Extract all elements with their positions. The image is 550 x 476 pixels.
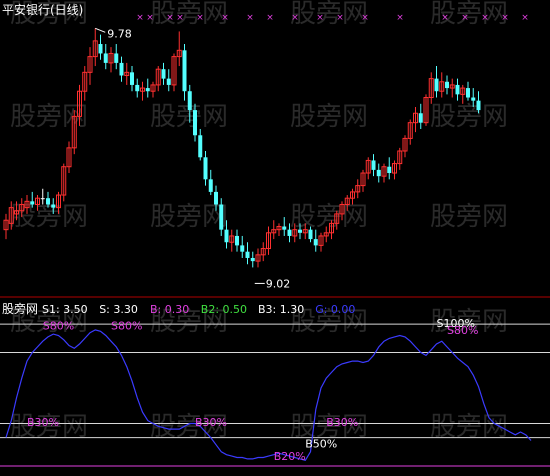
top-marker: ×: [266, 13, 274, 23]
candle-body: [287, 229, 292, 236]
candle-body: [187, 91, 192, 111]
low-price-label: 9.02: [266, 277, 291, 290]
indicator-name: 股旁网: [2, 301, 38, 316]
top-marker: ×: [291, 13, 299, 23]
top-marker: ×: [481, 13, 489, 23]
candle-body: [135, 84, 140, 92]
top-marker: ×: [146, 13, 154, 23]
top-marker: ×: [521, 13, 529, 23]
indicator-level-label: B30%: [27, 416, 59, 429]
candle-body: [161, 69, 166, 79]
candle-body: [203, 157, 208, 180]
candle-body: [471, 97, 476, 101]
candle-body: [313, 239, 318, 246]
watermark-text: 股旁网: [430, 102, 508, 132]
candle-body: [224, 229, 229, 243]
candle-body: [434, 78, 439, 92]
top-marker: ×: [136, 13, 144, 23]
indicator-level-label: B50%: [305, 437, 337, 450]
candle-body: [455, 84, 460, 95]
high-price-label: 9.78: [107, 27, 132, 40]
candle-body: [119, 62, 124, 76]
top-marker: ×: [316, 13, 324, 23]
indicator-param: B3: 1.30: [258, 303, 304, 316]
top-marker: ×: [441, 13, 449, 23]
indicator-level-label: S80%: [111, 320, 142, 333]
indicator-param: G: 0.00: [315, 303, 355, 316]
candle-body: [219, 204, 224, 230]
chart-title: 平安银行(日线): [2, 2, 83, 17]
top-marker: ×: [501, 13, 509, 23]
candle-body: [250, 257, 255, 262]
indicator-param: S: 3.30: [99, 303, 138, 316]
candle-body: [30, 201, 35, 205]
candle-body: [235, 235, 239, 246]
indicator-level-label: B30%: [326, 416, 358, 429]
candle-body: [193, 110, 197, 136]
top-marker: ×: [396, 13, 404, 23]
chart-window: 股旁网 股旁网 股旁网 股旁网 股旁网 股旁网 股旁网 股旁网 股旁网 股旁网 股旁网 股旁网 股旁网股…: [0, 0, 550, 476]
high-pointer: [95, 27, 106, 33]
indicator-level-label: S80%: [43, 320, 74, 333]
candle-body: [476, 100, 481, 111]
candle-body: [51, 204, 56, 208]
candle-body: [46, 198, 50, 205]
watermark-text: 股旁网: [290, 0, 368, 29]
candle-body: [182, 50, 187, 92]
candle-body: [298, 229, 302, 233]
top-marker: ×: [196, 13, 204, 23]
watermark-text: 股旁网: [430, 202, 508, 232]
candle-body: [387, 166, 392, 174]
candle-body: [103, 53, 108, 63]
candle-body: [98, 44, 103, 54]
candle-body: [145, 88, 150, 92]
candle-body: [466, 88, 470, 98]
candle-body: [198, 135, 203, 158]
top-marker: ×: [166, 13, 174, 23]
indicator-param: B: 0.30: [150, 303, 189, 316]
candle-body: [371, 160, 376, 170]
indicator-level-label: B30%: [195, 416, 227, 429]
candle-body: [308, 229, 313, 240]
indicator-param: B2: 0.50: [201, 303, 247, 316]
candle-body: [40, 198, 45, 200]
candle-body: [418, 113, 423, 123]
top-marker: ×: [461, 13, 469, 23]
top-marker: ×: [221, 13, 229, 23]
candle-body: [445, 81, 449, 89]
watermark-text: 股旁网: [290, 102, 368, 132]
candle-body: [208, 179, 213, 192]
indicator-labels: S80% S80% S100%S80%B30% B30% B30%B20%B50%: [27, 317, 478, 463]
candle-body: [240, 245, 245, 252]
top-marker: ×: [336, 13, 344, 23]
candle-body: [214, 191, 218, 205]
indicator-param: S1: 3.50: [42, 303, 88, 316]
candle-body: [245, 251, 250, 258]
candle-body: [166, 78, 171, 85]
reference-lines: [0, 323, 550, 467]
candle-body: [130, 72, 134, 85]
indicator-level-label: B20%: [274, 450, 306, 463]
top-marker: ×: [176, 13, 184, 23]
top-marker: ×: [246, 13, 254, 23]
indicator-legend: 股旁网 S1: 3.50 S: 3.30 B: 0.30 B2: 0.50 B3: 1.…: [2, 301, 355, 316]
candle-body: [282, 226, 287, 230]
candle-body: [376, 169, 381, 177]
indicator-level-label: S80%: [447, 324, 478, 337]
top-marker: ×: [361, 13, 369, 23]
chart-canvas: 股旁网 股旁网 股旁网 股旁网股旁网 股旁网 股旁网 股旁网股旁网 股旁网 股旁网 股旁网股旁网股…: [0, 0, 550, 467]
candle-body: [114, 53, 119, 63]
watermark-text: 股旁网: [150, 0, 228, 29]
